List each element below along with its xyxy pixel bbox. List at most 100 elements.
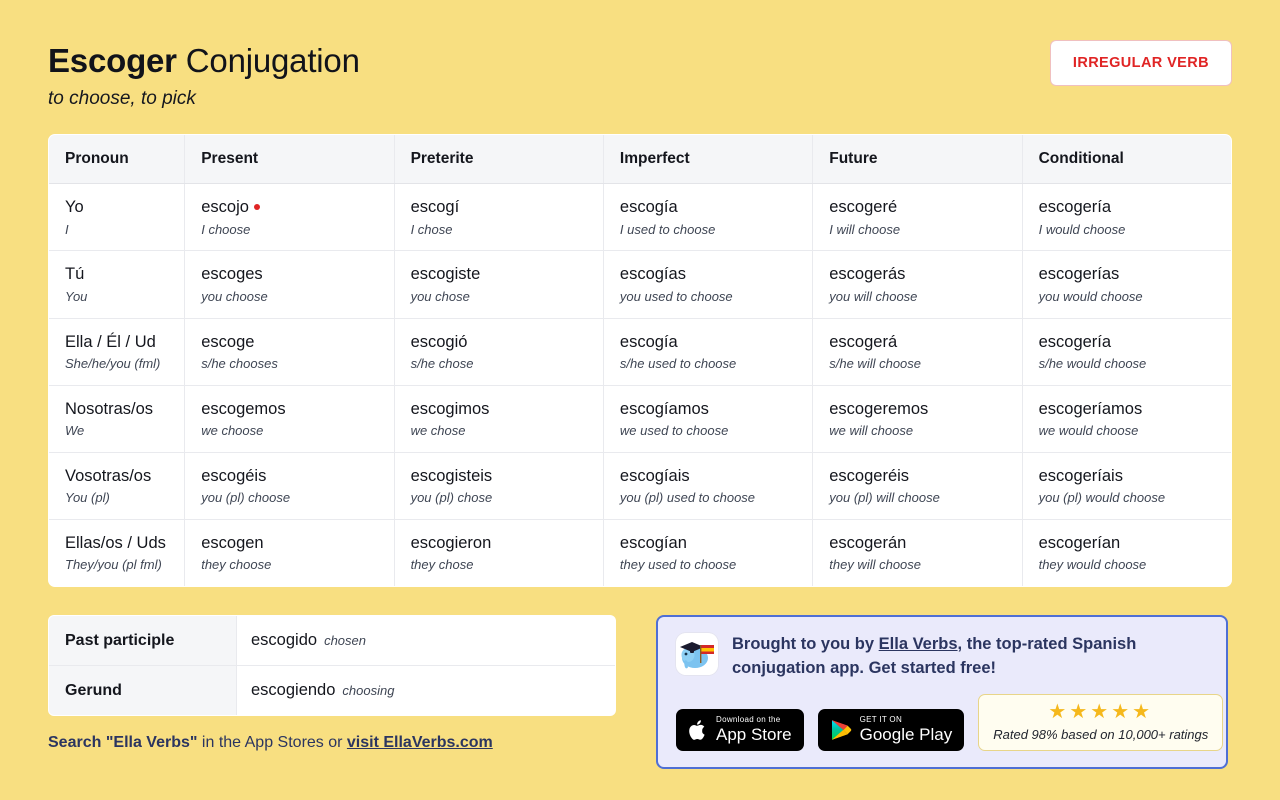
conjugation-spanish: escogen: [201, 532, 393, 554]
past-participle-spanish: escogido: [251, 631, 317, 649]
pronoun-english: You: [65, 289, 184, 306]
cell-preterite: escogí I chose: [394, 184, 603, 251]
conjugation-english: s/he used to choose: [620, 356, 812, 373]
bottom-section: Past participle escogido chosen Gerund es…: [48, 615, 1232, 769]
conjugation-spanish: escogeremos: [829, 398, 1021, 420]
table-row: Vosotras/os You (pl) escogéis you (pl) c…: [49, 452, 1232, 519]
conjugation-spanish: escojo: [201, 196, 393, 218]
conjugation-spanish: escogíais: [620, 465, 812, 487]
cell-pronoun: Tú You: [49, 251, 185, 318]
conjugation-spanish: escogerás: [829, 263, 1021, 285]
conjugation-english: they used to choose: [620, 557, 812, 574]
conjugation-spanish: escogía: [620, 196, 812, 218]
title-block: Escoger Conjugation to choose, to pick: [48, 40, 360, 110]
search-instruction: Search "Ella Verbs" in the App Stores or…: [48, 734, 616, 752]
google-play-big-label: Google Play: [860, 726, 953, 744]
promo-message: Brought to you by Ella Verbs, the top-ra…: [732, 633, 1208, 680]
conjugation-english: you (pl) used to choose: [620, 490, 812, 507]
conjugation-english: you chose: [411, 289, 603, 306]
column-header-conditional: Conditional: [1022, 135, 1231, 184]
conjugation-english: they choose: [201, 557, 393, 574]
pronoun-spanish: Ellas/os / Uds: [65, 532, 184, 554]
column-header-imperfect: Imperfect: [603, 135, 812, 184]
conjugation-english: you (pl) chose: [411, 490, 603, 507]
column-header-future: Future: [813, 135, 1022, 184]
table-row: Nosotras/os We escogemos we choose escog…: [49, 385, 1232, 452]
ella-verbs-app-icon: [676, 633, 718, 675]
cell-conditional: escogería I would choose: [1022, 184, 1231, 251]
table-row: Ella / Él / Ud She/he/you (fml) escoge s…: [49, 318, 1232, 385]
conjugation-english: we used to choose: [620, 423, 812, 440]
app-store-button[interactable]: Download on the App Store: [676, 709, 804, 751]
apple-logo-icon: [688, 718, 708, 742]
pronoun-english: You (pl): [65, 490, 184, 507]
pronoun-english: She/he/you (fml): [65, 356, 184, 373]
conjugation-english: I would choose: [1039, 222, 1231, 239]
search-instruction-bold: Search "Ella Verbs": [48, 734, 197, 751]
cell-preterite: escogisteis you (pl) chose: [394, 452, 603, 519]
conjugation-spanish: escogieron: [411, 532, 603, 554]
conjugation-spanish: escoges: [201, 263, 393, 285]
cell-present: escogen they choose: [185, 520, 394, 587]
rating-text: Rated 98% based on 10,000+ ratings: [993, 727, 1208, 742]
conjugation-page: Escoger Conjugation to choose, to pick I…: [0, 0, 1280, 800]
cell-pronoun: Nosotras/os We: [49, 385, 185, 452]
cell-preterite: escogió s/he chose: [394, 318, 603, 385]
table-row: Ellas/os / Uds They/you (pl fml) escogen…: [49, 520, 1232, 587]
pronoun-english: They/you (pl fml): [65, 557, 184, 574]
google-play-text: GET IT ON Google Play: [860, 716, 953, 743]
past-participle-english: chosen: [324, 633, 366, 648]
conjugation-spanish: escogerían: [1039, 532, 1231, 554]
conjugation-spanish: escogisteis: [411, 465, 603, 487]
cell-future: escogerá s/he will choose: [813, 318, 1022, 385]
conjugation-spanish: escogeríais: [1039, 465, 1231, 487]
conjugation-english: s/he chooses: [201, 356, 393, 373]
cell-present: escoge s/he chooses: [185, 318, 394, 385]
conjugation-english: they will choose: [829, 557, 1021, 574]
table-header: Pronoun Present Preterite Imperfect Futu…: [49, 135, 1232, 184]
past-participle-row: Past participle escogido chosen: [49, 616, 616, 666]
gerund-value: escogiendochoosing: [237, 666, 616, 716]
app-store-small-label: Download on the: [716, 716, 792, 724]
cell-imperfect: escogía s/he used to choose: [603, 318, 812, 385]
promo-header: Brought to you by Ella Verbs, the top-ra…: [676, 633, 1208, 680]
cell-preterite: escogimos we chose: [394, 385, 603, 452]
cell-preterite: escogiste you chose: [394, 251, 603, 318]
ella-verbs-link[interactable]: Ella Verbs: [879, 635, 958, 653]
past-participle-label: Past participle: [49, 616, 237, 666]
conjugation-spanish: escogiste: [411, 263, 603, 285]
column-header-present: Present: [185, 135, 394, 184]
conjugation-english: s/he chose: [411, 356, 603, 373]
page-title: Escoger Conjugation: [48, 40, 360, 81]
conjugation-spanish: escogían: [620, 532, 812, 554]
conjugation-english: s/he will choose: [829, 356, 1021, 373]
table-row: Yo I escojo I choose escogí I chose esco…: [49, 184, 1232, 251]
conjugation-english: you would choose: [1039, 289, 1231, 306]
conjugation-english: we will choose: [829, 423, 1021, 440]
cell-pronoun: Ellas/os / Uds They/you (pl fml): [49, 520, 185, 587]
conjugation-english: we chose: [411, 423, 603, 440]
column-header-preterite: Preterite: [394, 135, 603, 184]
cell-present: escojo I choose: [185, 184, 394, 251]
conjugation-spanish: escoge: [201, 331, 393, 353]
conjugation-spanish: escogimos: [411, 398, 603, 420]
promo-text-before: Brought to you by: [732, 635, 879, 653]
cell-future: escogerán they will choose: [813, 520, 1022, 587]
search-instruction-mid: in the App Stores or: [197, 734, 346, 751]
status-badge: IRREGULAR VERB: [1050, 40, 1232, 86]
cell-imperfect: escogíais you (pl) used to choose: [603, 452, 812, 519]
google-play-button[interactable]: GET IT ON Google Play: [818, 709, 965, 751]
promo-footer: Download on the App Store: [676, 694, 1208, 751]
pronoun-english: I: [65, 222, 184, 239]
cell-pronoun: Ella / Él / Ud She/he/you (fml): [49, 318, 185, 385]
conjugation-english: I chose: [411, 222, 603, 239]
conjugation-english: they would choose: [1039, 557, 1231, 574]
ellaverbs-website-link[interactable]: visit EllaVerbs.com: [347, 734, 493, 751]
conjugation-english: you (pl) would choose: [1039, 490, 1231, 507]
column-header-pronoun: Pronoun: [49, 135, 185, 184]
conjugation-spanish: escogéis: [201, 465, 393, 487]
gerund-label: Gerund: [49, 666, 237, 716]
cell-future: escogeré I will choose: [813, 184, 1022, 251]
conjugation-spanish: escogerías: [1039, 263, 1231, 285]
cell-imperfect: escogía I used to choose: [603, 184, 812, 251]
